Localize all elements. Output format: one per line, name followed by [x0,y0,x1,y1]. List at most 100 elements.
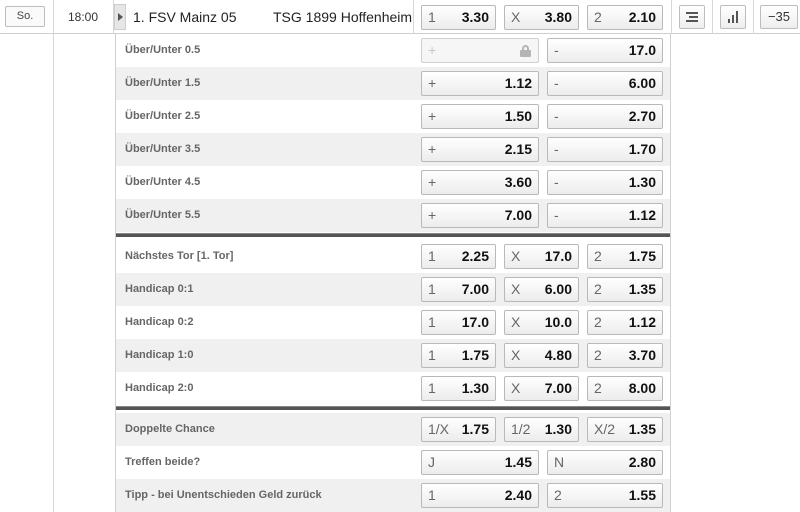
odds-button-away[interactable]: 2 2.10 [587,5,663,30]
odds-button[interactable]: 1 2.25 [421,244,496,269]
odds-key: 1 [428,347,436,363]
market-label: Über/Unter 0.5 [125,44,201,56]
odds-value: 7.00 [544,380,572,396]
odds-button[interactable]: X 7.00 [504,376,579,401]
odds-value: 1.35 [628,421,656,437]
odds-button[interactable]: 2 1.35 [587,277,663,302]
odds-button[interactable]: - 2.70 [547,104,663,129]
odds-value: 17.0 [461,314,489,330]
odds-value: 3.30 [461,9,489,25]
market-row: Tipp - bei Unentschieden Geld zurück 1 2.4… [116,479,670,512]
odds-button[interactable]: +7.00 [421,203,539,228]
odds-button[interactable]: 2 1.12 [587,310,663,335]
more-markets-button[interactable]: −35 [760,5,798,29]
odds-button[interactable]: 1/2 1.30 [504,417,579,442]
day-button[interactable]: So. [5,6,45,27]
odds-button-home[interactable]: 1 3.30 [421,5,496,30]
odds-button[interactable]: 2 1.55 [547,483,663,508]
lock-icon [520,45,531,57]
list-view-button[interactable] [679,5,705,29]
market-label: Über/Unter 2.5 [125,110,201,122]
odds-button-draw[interactable]: X 3.80 [504,5,579,30]
odds-value: 7.00 [461,281,489,297]
odds-value: 2.10 [628,9,656,25]
odds-value: 1.30 [628,174,656,190]
odds-button[interactable]: N 2.80 [547,450,663,475]
odds-value: 2.40 [504,487,532,503]
divider [753,0,754,34]
odds-value: 8.00 [628,380,656,396]
odds-value: 1.12 [504,75,532,91]
odds-value: 3.80 [544,9,572,25]
odds-button[interactable]: - 6.00 [547,71,663,96]
odds-button[interactable]: X 6.00 [504,277,579,302]
odds-key: + [428,42,437,58]
odds-button[interactable]: 1 2.40 [421,483,539,508]
odds-button[interactable]: +3.60 [421,170,539,195]
odds-button[interactable]: +1.50 [421,104,539,129]
divider [712,0,713,34]
list-icon [686,12,698,22]
odds-button[interactable]: - 1.30 [547,170,663,195]
odds-value: 1.45 [504,454,532,470]
odds-value: 10.0 [544,314,572,330]
odds-button[interactable]: - 1.12 [547,203,663,228]
odds-button[interactable]: 1/X 1.75 [421,417,496,442]
odds-key: + [428,207,437,223]
odds-key: 2 [594,347,602,363]
statistics-button[interactable] [720,5,746,29]
odds-button-locked: + [421,38,539,63]
odds-value: 7.00 [504,207,532,223]
odds-key: 1/X [428,421,450,437]
odds-key: 2 [594,281,602,297]
odds-button[interactable]: X 4.80 [504,343,579,368]
odds-button[interactable]: X/2 1.35 [587,417,663,442]
odds-button[interactable]: - 17.0 [547,38,663,63]
market-label: Handicap 2:0 [125,382,194,394]
odds-key: + [428,141,437,157]
odds-key: 2 [594,380,602,396]
odds-value: 6.00 [544,281,572,297]
odds-button[interactable]: +2.15 [421,137,539,162]
market-row: Über/Unter 4.5 +3.60-1.30 [116,166,670,199]
odds-value: 1.75 [461,421,489,437]
odds-key: X [511,248,521,264]
odds-key: + [428,108,437,124]
market-row: Handicap 2:0 1 1.30 X 7.00 2 8.00 [116,372,670,405]
odds-value: 1.35 [628,281,656,297]
odds-button[interactable]: 1 1.75 [421,343,496,368]
odds-key: 1 [428,380,436,396]
odds-key: 1 [428,9,436,25]
odds-key: - [554,108,559,124]
odds-key: 1 [428,314,436,330]
odds-button[interactable]: 1 17.0 [421,310,496,335]
odds-button[interactable]: 1 7.00 [421,277,496,302]
section-separator [116,406,670,410]
odds-button[interactable]: X 17.0 [504,244,579,269]
odds-button[interactable]: J 1.45 [421,450,539,475]
odds-key: X/2 [594,421,616,437]
odds-value: 17.0 [544,248,572,264]
market-label: Handicap 0:1 [125,283,194,295]
market-label: Über/Unter 3.5 [125,143,201,155]
odds-button[interactable]: X 10.0 [504,310,579,335]
bar-chart-icon [727,11,739,23]
odds-button[interactable]: 1 1.30 [421,376,496,401]
odds-key: N [554,454,565,470]
odds-button[interactable]: 2 3.70 [587,343,663,368]
odds-value: 2.25 [461,248,489,264]
market-label: Tipp - bei Unentschieden Geld zurück [125,489,322,501]
odds-button[interactable]: 2 1.75 [587,244,663,269]
odds-button[interactable]: +1.12 [421,71,539,96]
market-label: Doppelte Chance [125,423,215,435]
odds-button[interactable]: 2 8.00 [587,376,663,401]
odds-button[interactable]: - 1.70 [547,137,663,162]
match-time: 18:00 [67,10,99,24]
odds-value: 1.70 [628,141,656,157]
odds-key: - [554,141,559,157]
market-row: Über/Unter 0.5 + - 17.0 [116,34,670,67]
expand-toggle[interactable] [114,4,126,30]
odds-value: 1.30 [461,380,489,396]
odds-value: 1.12 [628,207,656,223]
market-row: Handicap 0:2 1 17.0 X 10.0 2 1.12 [116,306,670,339]
